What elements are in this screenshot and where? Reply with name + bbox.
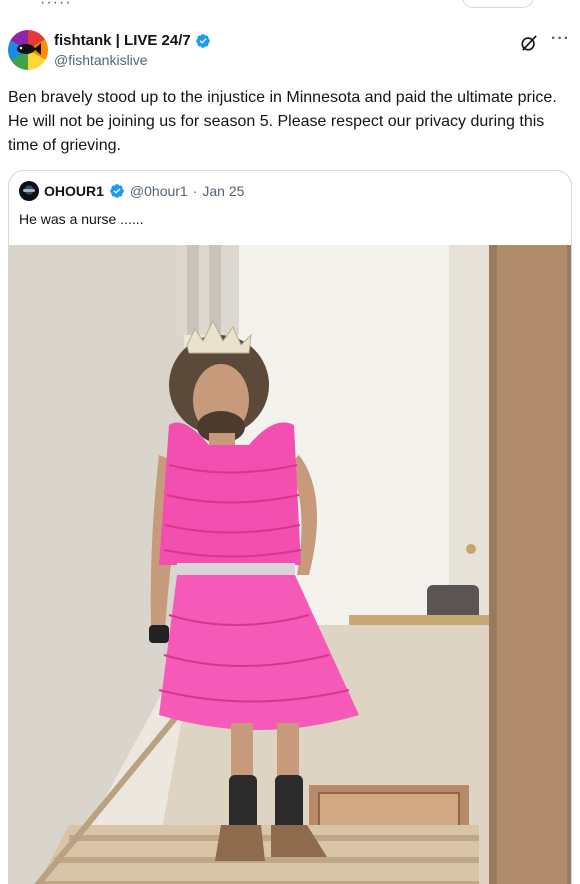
quote-display-name[interactable]: OHOUR1 [44, 183, 104, 199]
photo-illustration [9, 245, 571, 884]
verified-badge-icon [195, 33, 210, 48]
tweet-header: fishtank | LIVE 24/7 @fishtankislive ··· [8, 30, 570, 74]
quote-handle[interactable]: @0hour1 [130, 183, 188, 199]
avatar[interactable] [8, 30, 48, 70]
quote-photo[interactable] [9, 245, 571, 884]
quote-avatar[interactable] [19, 181, 39, 201]
display-name[interactable]: fishtank | LIVE 24/7 [54, 32, 191, 49]
handle[interactable]: @fishtankislive [54, 52, 148, 68]
fish-icon [17, 43, 41, 55]
verified-badge-icon [110, 184, 124, 198]
quote-separator: · [192, 183, 198, 199]
quoted-tweet[interactable]: OHOUR1 @0hour1 · Jan 25 He was a nurse .… [8, 170, 572, 884]
grok-icon[interactable] [520, 34, 538, 52]
top-pill-button[interactable] [462, 0, 534, 8]
more-options-icon[interactable]: ··· [551, 30, 570, 48]
tweet-text: Ben bravely stood up to the injustice in… [8, 89, 557, 154]
quote-date[interactable]: Jan 25 [202, 183, 244, 199]
quote-text: He was a nurse ...... [19, 211, 144, 227]
top-more-icon[interactable]: ····· [40, 0, 72, 12]
